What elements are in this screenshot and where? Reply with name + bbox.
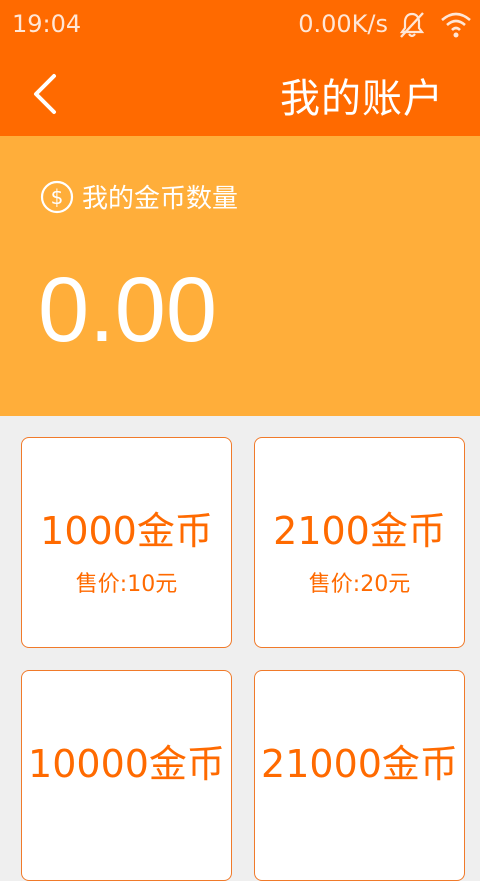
package-price: 售价:10元	[75, 572, 178, 597]
package-coins: 1000金币	[40, 509, 213, 553]
status-network-speed: 0.00K/s	[298, 10, 388, 38]
balance-label-row: $ 我的金币数量	[40, 178, 238, 215]
chevron-left-icon	[34, 74, 56, 114]
coin-package-card[interactable]: 1000金币 售价:10元	[21, 437, 232, 648]
balance-panel: $ 我的金币数量 0.00	[0, 136, 480, 416]
package-coins: 2100金币	[273, 509, 446, 553]
app-header: 19:04 0.00K/s 我的账户	[0, 0, 480, 136]
wifi-icon	[440, 10, 472, 40]
back-button[interactable]	[28, 70, 68, 118]
balance-label: 我的金币数量	[82, 184, 239, 214]
page-title: 我的账户	[280, 76, 444, 122]
coin-package-card[interactable]: 2100金币 售价:20元	[254, 437, 465, 648]
package-price: 售价:20元	[308, 572, 411, 597]
package-coins: 10000金币	[28, 742, 225, 786]
balance-amount: 0.00	[38, 259, 218, 361]
coin-package-card[interactable]: 10000金币	[21, 670, 232, 881]
coin-package-card[interactable]: 21000金币	[254, 670, 465, 881]
package-coins: 21000金币	[261, 742, 458, 786]
status-bar: 19:04 0.00K/s	[0, 0, 480, 50]
svg-text:$: $	[51, 185, 64, 209]
dollar-coin-icon: $	[40, 180, 74, 213]
status-time: 19:04	[12, 10, 82, 38]
mute-icon	[396, 10, 428, 40]
